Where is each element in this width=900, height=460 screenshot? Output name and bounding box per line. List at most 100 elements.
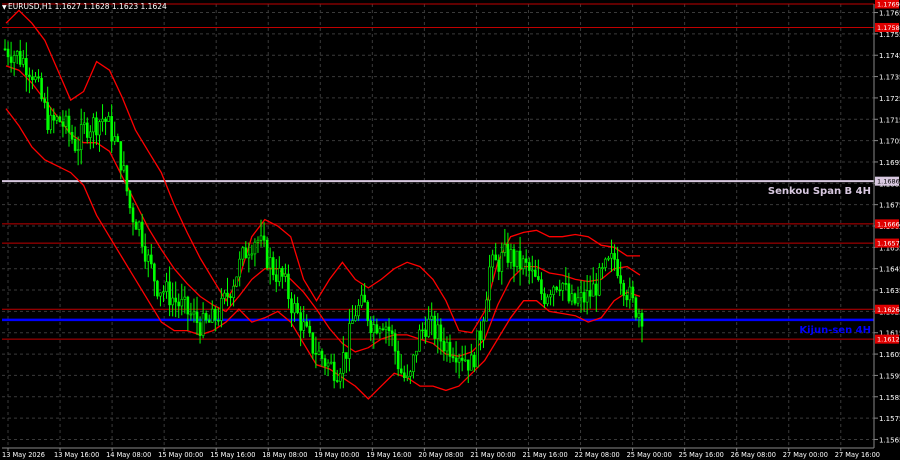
time-tick-label: 21 May 16:00 xyxy=(522,451,567,459)
candle-body xyxy=(393,333,397,352)
time-tick-label: 20 May 08:00 xyxy=(418,451,463,459)
candle-body xyxy=(116,136,120,142)
candle-body xyxy=(576,297,580,304)
candle-body xyxy=(146,254,150,262)
level-price-tag-text: 1.1612 xyxy=(877,336,900,344)
candle-body xyxy=(335,380,339,382)
candle-body xyxy=(15,51,19,56)
candle-body xyxy=(598,267,601,296)
candle-body xyxy=(299,312,302,331)
candle-body xyxy=(92,117,95,133)
candle-body xyxy=(134,221,138,230)
price-tick-label: 1.1755 xyxy=(879,31,900,39)
candle-body xyxy=(107,116,110,122)
price-chart[interactable]: 1.1765 1.1755 1.1745 1.1735 1.1725 1.1715 1.17… xyxy=(0,0,900,460)
candle-body xyxy=(265,239,269,269)
candle-body xyxy=(546,296,549,305)
candle-body xyxy=(421,329,424,332)
candle-body xyxy=(372,324,376,333)
candle-body xyxy=(61,121,65,127)
candle-body xyxy=(631,286,635,299)
level-price-tag-text: 1.1769 xyxy=(877,1,900,9)
price-tick-label: 1.1725 xyxy=(879,95,900,103)
price-tick-label: 1.1575 xyxy=(879,415,900,423)
candle-body xyxy=(268,257,272,269)
candle-body xyxy=(122,165,126,171)
candle-body xyxy=(271,257,275,276)
candle-body xyxy=(119,141,123,171)
candle-body xyxy=(293,303,296,314)
candle-body xyxy=(40,77,43,100)
candle-body xyxy=(28,74,31,78)
candle-body xyxy=(210,308,214,323)
candle-body xyxy=(180,299,184,307)
candle-body xyxy=(140,221,144,247)
level-price-tag-text: 1.1626 xyxy=(877,306,900,314)
candle-body xyxy=(415,350,418,356)
candle-body xyxy=(619,275,622,284)
candle-body xyxy=(640,312,644,327)
candle-body xyxy=(317,350,321,355)
candle-body xyxy=(274,274,278,282)
candle-body xyxy=(628,286,632,301)
candle-body xyxy=(64,115,68,127)
candle-body xyxy=(381,328,385,331)
candle-body xyxy=(201,313,205,336)
senkou-span-b-label: Senkou Span B 4H xyxy=(768,186,871,197)
candle-body xyxy=(79,124,83,150)
candle-body xyxy=(470,354,473,371)
candle-body xyxy=(613,253,616,260)
candle-body xyxy=(128,190,132,209)
candle-body xyxy=(518,250,522,270)
kijun-sen-label: Kijun-sen 4H xyxy=(799,325,871,336)
price-tick-label: 1.1645 xyxy=(879,266,900,274)
price-tick-label: 1.1745 xyxy=(879,52,900,60)
candle-body xyxy=(445,341,449,352)
candle-body xyxy=(177,301,181,307)
candle-body xyxy=(375,324,379,334)
level-price-tag-text: 1.1686 xyxy=(877,178,900,186)
candle-body xyxy=(348,323,351,359)
candle-body xyxy=(305,321,309,327)
candle-body xyxy=(329,361,333,364)
candle-body xyxy=(241,247,245,260)
candle-body xyxy=(637,312,641,318)
candle-body xyxy=(604,258,607,268)
candle-body xyxy=(451,356,455,359)
candle-body xyxy=(500,252,504,272)
candle-body xyxy=(253,241,257,255)
candle-body xyxy=(244,247,248,259)
time-tick-label: 15 May 16:00 xyxy=(210,451,255,459)
candle-body xyxy=(503,243,507,253)
candle-body xyxy=(195,311,199,323)
candle-body xyxy=(186,296,190,315)
candle-body xyxy=(198,322,202,336)
plot-background xyxy=(0,0,900,460)
candle-body xyxy=(192,311,196,315)
candle-body xyxy=(113,136,117,142)
time-tick-label: 19 May 00:00 xyxy=(314,451,359,459)
candle-body xyxy=(543,293,546,305)
candle-body xyxy=(601,267,604,269)
candle-body xyxy=(338,372,342,382)
chart-menu-icon[interactable]: ▼ xyxy=(2,4,7,11)
level-price-tag-text: 1.1666 xyxy=(877,220,900,228)
candle-body xyxy=(207,319,211,323)
candle-body xyxy=(384,326,388,330)
candle-body xyxy=(360,294,363,306)
candle-body xyxy=(363,294,366,303)
candle-body xyxy=(442,340,446,352)
candle-body xyxy=(256,239,260,243)
candle-body xyxy=(76,149,80,151)
candle-body xyxy=(296,303,299,313)
candle-body xyxy=(588,290,592,297)
candle-body xyxy=(204,313,208,321)
candle-body xyxy=(287,273,290,300)
time-tick-label: 13 May 2026 xyxy=(2,451,45,459)
candle-body xyxy=(549,294,552,298)
candle-body xyxy=(149,254,153,265)
candle-body xyxy=(387,326,391,332)
price-tick-label: 1.1695 xyxy=(879,159,900,167)
candle-body xyxy=(43,98,46,103)
price-tick-label: 1.1635 xyxy=(879,287,900,295)
